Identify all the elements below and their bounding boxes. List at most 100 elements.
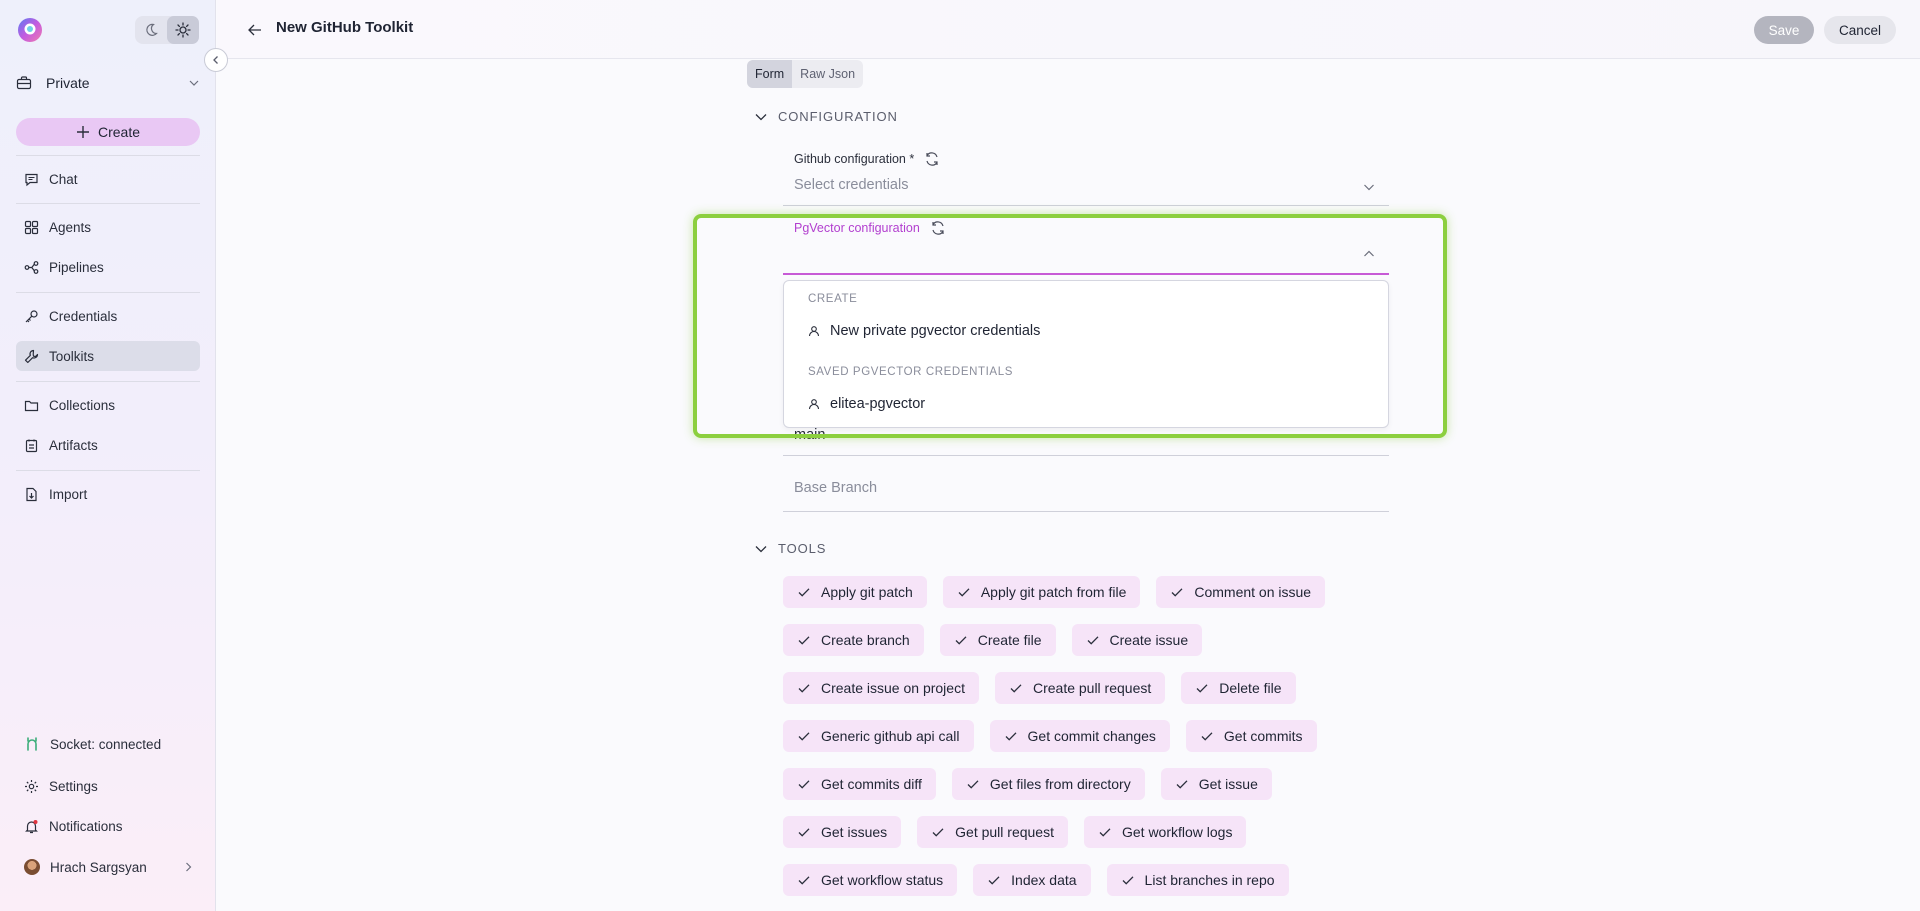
- user-icon: [808, 399, 820, 410]
- check-icon: [1087, 636, 1098, 645]
- gear-icon: [25, 779, 38, 793]
- project-selector[interactable]: Private: [16, 68, 200, 98]
- save-button[interactable]: Save: [1754, 16, 1814, 44]
- tool-chip[interactable]: List branches in repo: [1106, 864, 1289, 896]
- chevron-down-icon[interactable]: [1362, 180, 1376, 194]
- github-configuration-select[interactable]: Select credentials: [794, 177, 908, 193]
- tab-raw-json[interactable]: Raw Json: [792, 60, 863, 88]
- sidebar-item-pipelines[interactable]: Pipelines: [16, 252, 200, 282]
- tool-chip[interactable]: Apply git patch: [783, 576, 927, 608]
- light-mode-sun-icon[interactable]: [167, 16, 199, 44]
- sidebar-item-label: Chat: [49, 171, 78, 187]
- tool-chip[interactable]: Create issue: [1071, 624, 1203, 656]
- socket-status-text: Socket: connected: [50, 736, 162, 752]
- project-name: Private: [46, 75, 90, 91]
- sidebar-item-label: Notifications: [49, 818, 123, 834]
- sidebar-item-toolkits[interactable]: Toolkits: [16, 341, 200, 371]
- app-logo-icon[interactable]: [16, 16, 44, 44]
- create-button[interactable]: Create: [16, 118, 200, 146]
- sidebar: Private Create Chat Agents Pipelines Cre…: [0, 0, 228, 911]
- active-branch-input[interactable]: main: [794, 427, 825, 443]
- tool-chip[interactable]: Comment on issue: [1156, 576, 1326, 608]
- tool-chip-label: Create branch: [821, 632, 910, 648]
- key-icon: [25, 309, 38, 322]
- sidebar-item-credentials[interactable]: Credentials: [16, 301, 200, 331]
- sidebar-item-collections[interactable]: Collections: [16, 390, 200, 420]
- briefcase-icon: [16, 76, 32, 90]
- chevron-up-icon[interactable]: [1362, 247, 1376, 261]
- tool-chip[interactable]: Create pull request: [994, 672, 1166, 704]
- tool-chip[interactable]: Get issue: [1160, 768, 1272, 800]
- tool-chip-label: Get issue: [1198, 776, 1258, 792]
- sidebar-item-chat[interactable]: Chat: [16, 164, 200, 194]
- tool-chip[interactable]: Get workflow status: [783, 864, 958, 896]
- socket-status: Socket: connected: [16, 729, 200, 759]
- tool-chip[interactable]: Generic github api call: [783, 720, 974, 752]
- sidebar-item-artifacts[interactable]: Artifacts: [16, 430, 200, 460]
- cancel-button[interactable]: Cancel: [1824, 16, 1896, 44]
- sidebar-item-label: Agents: [49, 219, 92, 235]
- tools-list: Apply git patch Apply git patch from file…: [783, 576, 1403, 911]
- check-icon: [967, 780, 979, 789]
- tool-chip[interactable]: Index data: [973, 864, 1091, 896]
- pgvector-configuration-select[interactable]: [783, 273, 1389, 275]
- sidebar-item-import[interactable]: Import: [16, 479, 200, 509]
- tool-chip-label: Apply git patch from file: [980, 584, 1127, 600]
- tools-row: Get workflow status Index data List branch…: [783, 864, 1403, 896]
- configuration-section-toggle[interactable]: CONFIGURATION: [754, 109, 898, 124]
- tool-chip[interactable]: Delete file: [1181, 672, 1296, 704]
- dropdown-group-create: CREATE: [808, 293, 858, 305]
- tool-chip[interactable]: Create file: [939, 624, 1056, 656]
- check-icon: [798, 684, 810, 693]
- theme-toggle[interactable]: [135, 16, 199, 44]
- check-icon: [955, 636, 967, 645]
- tool-chip[interactable]: Create branch: [783, 624, 924, 656]
- plus-icon: [76, 126, 89, 138]
- tool-chip[interactable]: Get workflow logs: [1083, 816, 1247, 848]
- user-profile[interactable]: Hrach Sargsyan: [16, 852, 200, 882]
- tool-chip[interactable]: Get commit changes: [989, 720, 1170, 752]
- tool-chip[interactable]: Get commits diff: [783, 768, 936, 800]
- tool-chip-label: Index data: [1011, 872, 1077, 888]
- sidebar-item-settings[interactable]: Settings: [16, 771, 200, 801]
- tool-chip[interactable]: Create issue on project: [783, 672, 979, 704]
- create-button-label: Create: [97, 124, 141, 140]
- dark-mode-moon-icon[interactable]: [135, 16, 167, 44]
- sidebar-item-notifications[interactable]: Notifications: [16, 811, 200, 841]
- refresh-icon[interactable]: [924, 151, 940, 167]
- tools-row: Create issue on project Create pull reque…: [783, 672, 1403, 704]
- tool-chip-label: Get workflow logs: [1121, 824, 1233, 840]
- dropdown-item-new-private-credentials[interactable]: New private pgvector credentials: [808, 323, 1040, 339]
- tool-chip[interactable]: Get pull request: [917, 816, 1068, 848]
- base-branch-input[interactable]: Base Branch: [794, 480, 877, 496]
- arrow-left-icon: [248, 24, 261, 36]
- tool-chip-label: Create file: [977, 632, 1042, 648]
- connection-icon: [27, 737, 37, 751]
- bell-icon: [25, 819, 38, 833]
- check-icon: [958, 588, 970, 597]
- tool-chip-label: Get commit changes: [1027, 728, 1156, 744]
- check-icon: [798, 636, 810, 645]
- dropdown-item-elitea-pgvector[interactable]: elitea-pgvector: [808, 396, 925, 412]
- sidebar-item-agents[interactable]: Agents: [16, 212, 200, 242]
- chat-icon: [25, 173, 38, 186]
- refresh-icon[interactable]: [930, 220, 946, 236]
- dropdown-item-label: New private pgvector credentials: [830, 323, 1041, 339]
- tool-chip[interactable]: Get issues: [783, 816, 902, 848]
- tool-chip[interactable]: Get commits: [1185, 720, 1317, 752]
- tools-row: Create branch Create file Create issue: [783, 624, 1403, 656]
- grid-icon: [24, 220, 39, 234]
- divider: [16, 155, 200, 156]
- tool-chip[interactable]: Apply git patch from file: [942, 576, 1141, 608]
- back-button[interactable]: [243, 18, 267, 42]
- wrench-icon: [24, 349, 39, 363]
- tool-chip-label: Delete file: [1219, 680, 1282, 696]
- field-label-text: PgVector configuration: [794, 221, 920, 235]
- collapse-sidebar-button[interactable]: [204, 48, 228, 72]
- tools-row: Get issues Get pull request Get workflow l…: [783, 816, 1403, 848]
- tab-form[interactable]: Form: [747, 60, 793, 88]
- active-branch-underline: [783, 455, 1389, 456]
- tool-chip-label: Generic github api call: [821, 728, 960, 744]
- tool-chip[interactable]: Get files from directory: [951, 768, 1145, 800]
- tools-section-toggle[interactable]: TOOLS: [754, 541, 826, 556]
